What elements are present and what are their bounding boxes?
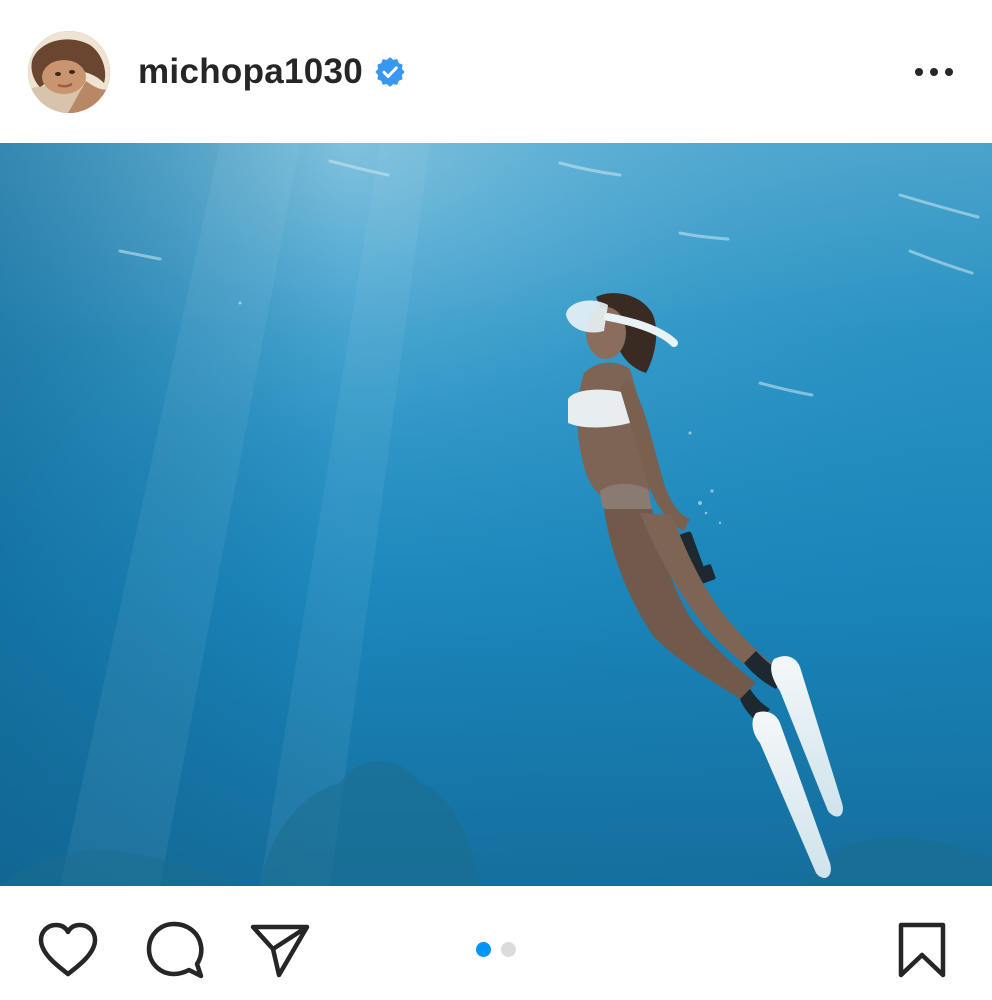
post-photo[interactable] [0,143,992,886]
underwater-snorkeler-photo [0,143,992,886]
username[interactable]: michopa1030 [138,52,363,92]
bookmark-icon [898,922,946,978]
save-button[interactable] [890,920,954,980]
carousel-dot [501,942,516,957]
action-bar [0,886,992,1000]
avatar-image [28,30,110,113]
carousel-dot-active [476,942,491,957]
more-horizontal-icon [915,67,953,76]
verified-badge-icon [375,56,405,87]
avatar[interactable] [28,30,110,113]
carousel-indicator [0,942,992,958]
instagram-post: michopa1030 [0,0,992,1000]
more-options-button[interactable] [912,50,956,94]
post-header: michopa1030 [0,0,992,143]
